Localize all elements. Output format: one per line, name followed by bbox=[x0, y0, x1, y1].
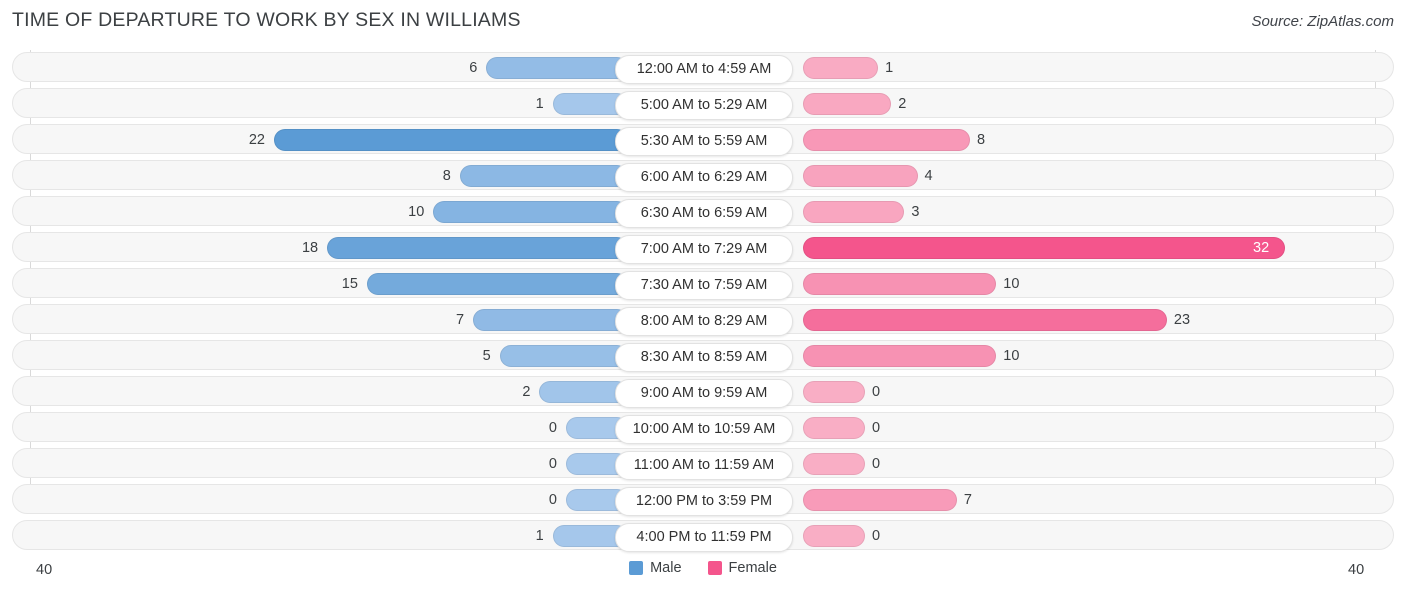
bar-male[interactable] bbox=[499, 345, 628, 367]
bar-value-female: 7 bbox=[963, 492, 972, 508]
bar-male[interactable] bbox=[366, 273, 628, 295]
bar-value-male: 8 bbox=[442, 168, 451, 184]
category-label: 5:30 AM to 5:59 AM bbox=[615, 126, 793, 156]
bar-value-male: 22 bbox=[248, 132, 265, 148]
category-label: 8:00 AM to 8:29 AM bbox=[615, 306, 793, 336]
category-label: 5:00 AM to 5:29 AM bbox=[615, 90, 793, 120]
table-row[interactable]: 22 8 5:30 AM to 5:59 AM bbox=[12, 124, 1394, 156]
bar-value-female: 0 bbox=[872, 528, 881, 544]
source-attribution: Source: ZipAtlas.com bbox=[1251, 13, 1394, 30]
table-row[interactable]: 1 0 4:00 PM to 11:59 PM bbox=[12, 520, 1394, 552]
category-label: 6:30 AM to 6:59 AM bbox=[615, 198, 793, 228]
bar-female[interactable] bbox=[803, 381, 865, 403]
bar-female[interactable] bbox=[803, 273, 997, 295]
bar-female[interactable] bbox=[803, 453, 865, 475]
bar-value-female: 1 bbox=[885, 60, 894, 76]
bar-value-female: 3 bbox=[911, 204, 920, 220]
chart-legend: Male Female bbox=[0, 560, 1406, 576]
bar-value-male: 2 bbox=[522, 384, 531, 400]
category-label: 7:00 AM to 7:29 AM bbox=[615, 234, 793, 264]
legend-label-male: Male bbox=[650, 560, 682, 576]
bar-value-male: 18 bbox=[301, 240, 319, 256]
bar-value-female: 23 bbox=[1173, 312, 1191, 328]
bar-value-male: 7 bbox=[456, 312, 465, 328]
bar-male[interactable] bbox=[433, 201, 628, 223]
bar-female[interactable] bbox=[803, 57, 879, 79]
bar-value-male: 0 bbox=[548, 456, 557, 472]
bar-female[interactable] bbox=[803, 201, 905, 223]
page-title: TIME OF DEPARTURE TO WORK BY SEX IN WILL… bbox=[12, 9, 521, 31]
chart-plot-area: 6 1 12:00 AM to 4:59 AM 1 2 5:00 AM to 5:29 A… bbox=[0, 50, 1406, 556]
table-row[interactable]: 5 10 8:30 AM to 8:59 AM bbox=[12, 340, 1394, 372]
legend-label-female: Female bbox=[728, 560, 777, 576]
bar-value-female: 10 bbox=[1003, 276, 1020, 292]
legend-item-female[interactable]: Female bbox=[707, 560, 777, 576]
bar-female[interactable] bbox=[803, 165, 918, 187]
bar-value-male: 10 bbox=[408, 204, 425, 220]
table-row[interactable]: 18 32 7:00 AM to 7:29 AM bbox=[12, 232, 1394, 264]
bar-value-female: 0 bbox=[872, 420, 881, 436]
category-label: 12:00 AM to 4:59 AM bbox=[615, 54, 793, 84]
bar-value-male: 0 bbox=[548, 420, 557, 436]
table-row[interactable]: 0 0 10:00 AM to 10:59 AM bbox=[12, 412, 1394, 444]
category-label: 6:00 AM to 6:29 AM bbox=[615, 162, 793, 192]
bar-male[interactable] bbox=[473, 309, 628, 331]
bar-female[interactable] bbox=[803, 489, 957, 511]
category-label: 10:00 AM to 10:59 AM bbox=[615, 414, 793, 444]
table-row[interactable]: 7 23 8:00 AM to 8:29 AM bbox=[12, 304, 1394, 336]
table-row[interactable]: 10 3 6:30 AM to 6:59 AM bbox=[12, 196, 1394, 228]
bar-male[interactable] bbox=[327, 237, 628, 259]
bar-male[interactable] bbox=[459, 165, 628, 187]
category-label: 11:00 AM to 11:59 AM bbox=[615, 450, 793, 480]
bar-female[interactable] bbox=[803, 93, 892, 115]
bar-male[interactable] bbox=[486, 57, 628, 79]
legend-swatch-male bbox=[629, 561, 644, 575]
legend-item-male[interactable]: Male bbox=[629, 560, 682, 576]
category-label: 9:00 AM to 9:59 AM bbox=[615, 378, 793, 408]
category-label: 12:00 PM to 3:59 PM bbox=[615, 486, 793, 516]
bar-female[interactable] bbox=[803, 345, 997, 367]
bar-value-female: 0 bbox=[872, 384, 881, 400]
bar-value-female: 10 bbox=[1003, 348, 1020, 364]
bar-female[interactable] bbox=[803, 129, 970, 151]
table-row[interactable]: 6 1 12:00 AM to 4:59 AM bbox=[12, 52, 1394, 84]
bar-female[interactable] bbox=[803, 525, 865, 547]
table-row[interactable]: 0 0 11:00 AM to 11:59 AM bbox=[12, 448, 1394, 480]
bar-female[interactable] bbox=[803, 309, 1167, 331]
table-row[interactable]: 8 4 6:00 AM to 6:29 AM bbox=[12, 160, 1394, 192]
category-label: 7:30 AM to 7:59 AM bbox=[615, 270, 793, 300]
legend-swatch-female bbox=[707, 561, 722, 575]
table-row[interactable]: 15 10 7:30 AM to 7:59 AM bbox=[12, 268, 1394, 300]
bar-female[interactable] bbox=[803, 237, 1285, 259]
bar-value-female: 2 bbox=[898, 96, 907, 112]
bar-female[interactable] bbox=[803, 417, 865, 439]
bar-value-female: 4 bbox=[924, 168, 933, 184]
bar-value-male: 6 bbox=[469, 60, 478, 76]
bar-value-male: 15 bbox=[341, 276, 358, 292]
bar-value-male: 5 bbox=[482, 348, 491, 364]
table-row[interactable]: 2 0 9:00 AM to 9:59 AM bbox=[12, 376, 1394, 408]
bar-value-female: 8 bbox=[977, 132, 986, 148]
bar-value-male: 1 bbox=[535, 96, 544, 112]
bar-value-male: 0 bbox=[548, 492, 557, 508]
bar-male[interactable] bbox=[274, 129, 628, 151]
bar-value-male: 1 bbox=[535, 528, 544, 544]
bar-value-female: 32 bbox=[1253, 240, 1270, 256]
table-row[interactable]: 1 2 5:00 AM to 5:29 AM bbox=[12, 88, 1394, 120]
category-label: 8:30 AM to 8:59 AM bbox=[615, 342, 793, 372]
table-row[interactable]: 0 7 12:00 PM to 3:59 PM bbox=[12, 484, 1394, 516]
bar-value-female: 0 bbox=[872, 456, 881, 472]
category-label: 4:00 PM to 11:59 PM bbox=[615, 522, 793, 552]
